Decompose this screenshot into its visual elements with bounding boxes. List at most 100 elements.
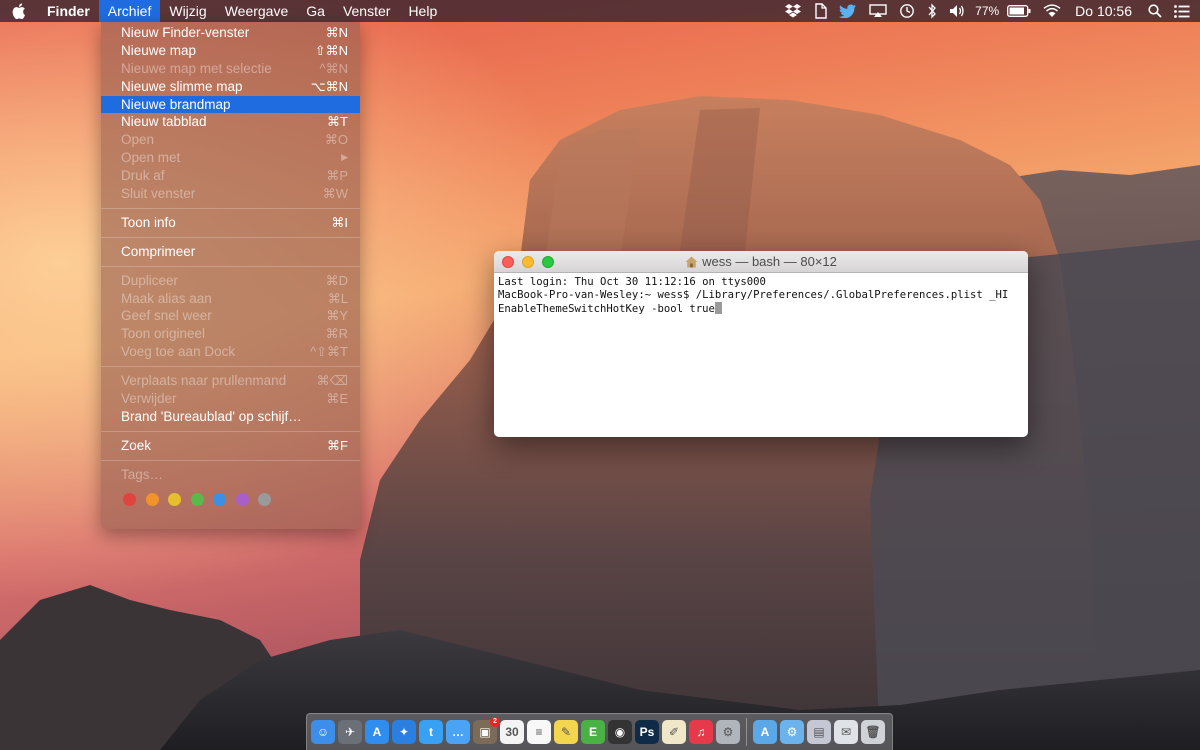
menu-bar: Finder Archief Wijzig Weergave Ga Venste… bbox=[0, 0, 1200, 22]
evernote-icon[interactable] bbox=[807, 0, 833, 22]
wifi-icon[interactable] bbox=[1037, 0, 1067, 22]
twitter-icon-glyph: t bbox=[429, 725, 433, 739]
menu-separator bbox=[101, 426, 360, 437]
menu-item-nieuw-tabblad[interactable]: Nieuw tabblad ⌘T bbox=[101, 113, 360, 131]
window-controls bbox=[502, 256, 554, 268]
menu-item-nieuwe-map[interactable]: Nieuwe map ⇧⌘N bbox=[101, 42, 360, 60]
menu-item-nieuwe-map-met-selectie: Nieuwe map met selectie ^⌘N bbox=[121, 60, 348, 76]
textedit-icon[interactable]: ✐ bbox=[662, 720, 686, 744]
disk-utility-icon[interactable]: ⚙ bbox=[716, 720, 740, 744]
menu-ga[interactable]: Ga bbox=[297, 0, 334, 22]
menu-separator bbox=[101, 455, 360, 466]
camera-app-icon[interactable]: ◉ bbox=[608, 720, 632, 744]
apple-menu-icon[interactable] bbox=[0, 0, 38, 22]
calendar-icon[interactable]: 30 bbox=[500, 720, 524, 744]
launchpad-icon[interactable]: ✈ bbox=[338, 720, 362, 744]
dock: ☺ ✈ A ✦ t … ▣ 2 30 ≡ ✎ E ◉ Ps ✐ ♫ ⚙ A ⚙ ▤ ✉ 🗑 bbox=[306, 713, 893, 750]
notification-badge: 2 bbox=[490, 717, 500, 727]
finder-icon[interactable]: ☺ bbox=[311, 720, 335, 744]
volume-icon[interactable] bbox=[943, 0, 973, 22]
tag-color-row bbox=[101, 484, 360, 506]
menu-weergave[interactable]: Weergave bbox=[216, 0, 298, 22]
terminal-line: EnableThemeSwitchHotKey -bool true bbox=[498, 302, 1024, 316]
terminal-title-bar[interactable]: wess — bash — 80×12 bbox=[494, 251, 1028, 273]
tag-color-dot[interactable] bbox=[213, 492, 226, 506]
terminal-line: Last login: Thu Oct 30 11:12:16 on ttys0… bbox=[498, 276, 766, 288]
messages-icon[interactable]: … bbox=[446, 720, 470, 744]
battery-percentage: 77% bbox=[975, 4, 1000, 18]
itunes-icon-glyph: ♫ bbox=[696, 725, 706, 739]
tag-color-dot[interactable] bbox=[258, 492, 271, 506]
menu-item-sluit-venster: Sluit venster ⌘W bbox=[121, 186, 348, 202]
evernote-icon-glyph: E bbox=[588, 725, 597, 739]
twitter-icon[interactable]: t bbox=[419, 720, 443, 744]
tag-color-dot[interactable] bbox=[145, 492, 159, 506]
trash-icon[interactable]: 🗑 bbox=[861, 720, 885, 744]
tag-color-dot[interactable] bbox=[123, 492, 136, 506]
applications-folder-icon[interactable]: A bbox=[753, 720, 777, 744]
preview-icon[interactable]: ▣ 2 bbox=[473, 717, 500, 744]
menu-item-zoek[interactable]: Zoek ⌘F bbox=[101, 437, 360, 455]
text-cursor bbox=[714, 302, 722, 314]
menu-item-open: Open ⌘O bbox=[121, 132, 348, 148]
menu-item-nieuw-finder-venster[interactable]: Nieuw Finder-venster ⌘N bbox=[101, 24, 360, 42]
trash-icon-glyph: 🗑 bbox=[865, 725, 881, 739]
menu-separator bbox=[101, 261, 360, 272]
downloads-stack-icon[interactable]: ▤ bbox=[807, 720, 831, 744]
menu-finder[interactable]: Finder bbox=[38, 0, 99, 22]
disk-utility-icon-glyph: ⚙ bbox=[722, 725, 734, 739]
photoshop-icon[interactable]: Ps bbox=[635, 720, 659, 744]
launchpad-icon-glyph: ✈ bbox=[344, 725, 356, 739]
menu-help[interactable]: Help bbox=[399, 0, 446, 22]
notes-icon[interactable]: ✎ bbox=[554, 720, 578, 744]
documents-folder-icon[interactable]: ⚙ bbox=[780, 720, 804, 744]
menu-item-open-met: Open met ▶ bbox=[121, 150, 348, 166]
menu-item-geef-snel-weer: Geef snel weer ⌘Y bbox=[121, 308, 348, 324]
menu-wijzig[interactable]: Wijzig bbox=[160, 0, 215, 22]
menu-item-brand-bureaublad[interactable]: Brand 'Bureaublad' op schijf… bbox=[101, 408, 360, 426]
menu-bar-clock[interactable]: Do 10:56 bbox=[1067, 3, 1142, 19]
evernote-icon[interactable]: E bbox=[581, 720, 605, 744]
menu-archief[interactable]: Archief bbox=[98, 0, 161, 22]
dropbox-icon[interactable] bbox=[779, 0, 807, 22]
menu-item-comprimeer[interactable]: Comprimeer bbox=[101, 243, 360, 261]
app-store-icon[interactable]: A bbox=[365, 720, 389, 744]
menu-separator bbox=[101, 203, 360, 214]
calendar-icon-glyph: 30 bbox=[505, 725, 519, 739]
battery-icon[interactable] bbox=[1001, 0, 1037, 22]
downloads-stack-icon-glyph: ▤ bbox=[813, 725, 825, 739]
menu-item-nieuwe-slimme-map[interactable]: Nieuwe slimme map ⌥⌘N bbox=[101, 78, 360, 96]
bluetooth-icon[interactable] bbox=[921, 0, 943, 22]
time-machine-icon[interactable] bbox=[893, 0, 921, 22]
documents-folder-icon-glyph: ⚙ bbox=[786, 725, 798, 739]
submenu-arrow-icon: ▶ bbox=[341, 152, 348, 163]
camera-app-icon-glyph: ◉ bbox=[614, 725, 626, 739]
tag-color-dot[interactable] bbox=[168, 492, 181, 506]
safari-icon-glyph: ✦ bbox=[398, 725, 410, 739]
mail-stack-icon[interactable]: ✉ bbox=[834, 720, 858, 744]
terminal-output[interactable]: Last login: Thu Oct 30 11:12:16 on ttys0… bbox=[494, 273, 1028, 319]
menu-item-nieuwe-brandmap[interactable]: Nieuwe brandmap bbox=[101, 95, 360, 114]
reminders-icon[interactable]: ≡ bbox=[527, 720, 551, 744]
zoom-window-button[interactable] bbox=[542, 256, 554, 268]
home-folder-icon bbox=[685, 256, 698, 267]
menu-item-verplaats-naar-prullenmand: Verplaats naar prullenmand ⌘⌫ bbox=[121, 373, 348, 389]
tag-color-dot[interactable] bbox=[190, 492, 204, 506]
menu-venster[interactable]: Venster bbox=[334, 0, 399, 22]
airplay-icon[interactable] bbox=[863, 0, 893, 22]
twitter-icon[interactable] bbox=[833, 0, 863, 22]
tag-color-dot[interactable] bbox=[235, 492, 249, 506]
safari-icon[interactable]: ✦ bbox=[392, 720, 416, 744]
itunes-icon[interactable]: ♫ bbox=[689, 720, 713, 744]
notification-center-icon[interactable] bbox=[1168, 0, 1200, 22]
messages-icon-glyph: … bbox=[452, 725, 464, 739]
minimize-window-button[interactable] bbox=[522, 256, 534, 268]
menu-separator bbox=[101, 232, 360, 243]
menu-item-tags: Tags… bbox=[121, 466, 164, 482]
spotlight-icon[interactable] bbox=[1142, 0, 1168, 22]
close-window-button[interactable] bbox=[502, 256, 514, 268]
applications-folder-icon-glyph: A bbox=[760, 725, 770, 739]
finder-icon-glyph: ☺ bbox=[316, 725, 330, 739]
textedit-icon-glyph: ✐ bbox=[668, 725, 680, 739]
menu-item-toon-info[interactable]: Toon info ⌘I bbox=[101, 214, 360, 232]
